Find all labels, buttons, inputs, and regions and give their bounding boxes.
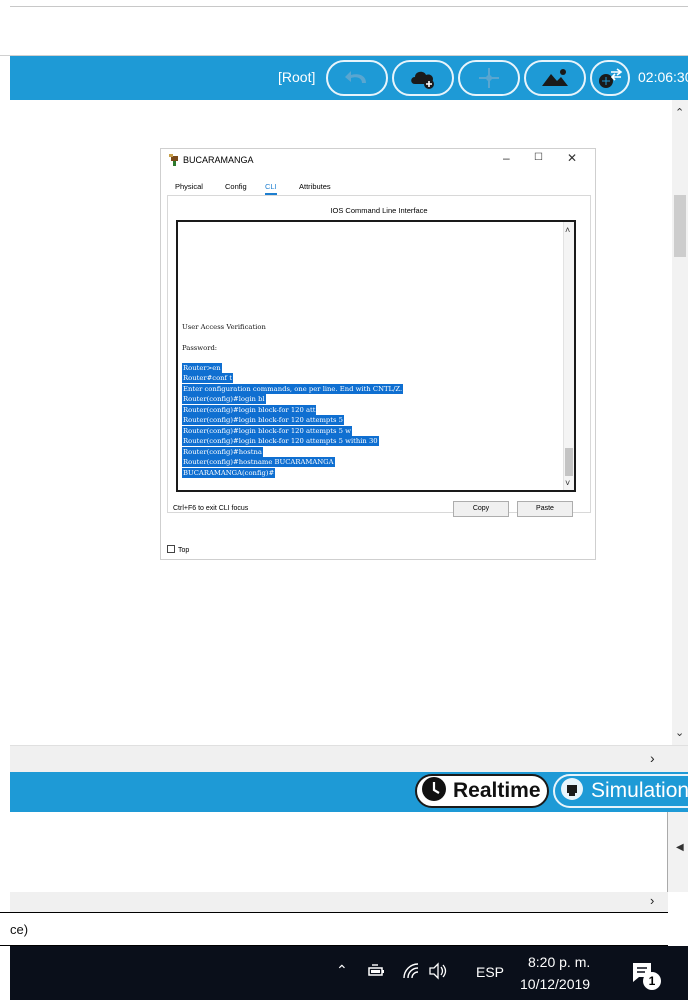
undo-button[interactable] [326, 60, 388, 96]
network-move-icon [475, 66, 503, 90]
picture-icon [539, 66, 571, 90]
tab-attributes[interactable]: Attributes [299, 179, 331, 195]
close-button[interactable]: ✕ [567, 151, 577, 165]
bottom-side-scroll[interactable]: ◀ [668, 812, 688, 892]
chevron-up-icon[interactable]: ˄ [565, 225, 570, 235]
paste-button[interactable]: Paste [517, 501, 573, 517]
windows-taskbar: ⌃ ESP 8:20 p. m. 10/12/2019 1 [10, 946, 688, 1000]
terminal-scroll-thumb[interactable] [565, 448, 573, 476]
checkbox-icon[interactable] [167, 545, 175, 553]
realtime-label: Realtime [453, 779, 541, 802]
simulation-mode-button[interactable]: Simulation [553, 774, 688, 808]
terminal-line: Enter configuration commands, one per li… [182, 384, 404, 394]
stopwatch-icon [559, 776, 585, 807]
device-window-titlebar[interactable]: BUCARAMANGA – ☐ ✕ [161, 149, 595, 173]
realtime-mode-button[interactable]: Realtime [415, 774, 549, 808]
network-move-button[interactable] [458, 60, 520, 96]
input-language[interactable]: ESP [476, 964, 504, 980]
divider [10, 6, 688, 7]
wifi-icon[interactable] [402, 962, 420, 983]
terminal-scrollbar[interactable]: ˄ ˅ [563, 222, 574, 490]
picture-button[interactable] [524, 60, 586, 96]
show-hidden-icons-icon[interactable]: ⌃ [336, 962, 348, 979]
top-checkbox-label: Top [178, 547, 190, 554]
terminal-line: Router>en [182, 363, 222, 373]
main-toolbar: [Root] 02:06:30 [10, 56, 688, 100]
terminal-line: Router#conf t [182, 373, 233, 383]
chevron-right-icon[interactable]: › [650, 893, 654, 908]
mode-bar: Realtime Simulation [10, 772, 688, 812]
device-window-title: BUCARAMANGA [183, 155, 254, 165]
copy-button[interactable]: Copy [453, 501, 509, 517]
workspace-horizontal-scrollbar[interactable]: › [10, 745, 688, 772]
terminal-line: Router(config)#login block-for 120 att [182, 405, 317, 415]
cli-terminal[interactable]: User Access Verification Password: Route… [176, 220, 576, 492]
cloud-add-button[interactable] [392, 60, 454, 96]
notification-badge: 1 [643, 972, 661, 990]
clock-icon [421, 776, 447, 807]
cli-panel: IOS Command Line Interface User Access V… [167, 195, 591, 513]
top-checkbox[interactable]: Top [167, 545, 189, 554]
chevron-right-icon[interactable]: › [650, 750, 655, 766]
status-line: ce) [0, 912, 668, 946]
terminal-line: Router(config)#login bl [182, 394, 266, 404]
terminal-line: User Access Verification [182, 323, 266, 331]
root-label[interactable]: [Root] [278, 69, 315, 85]
maximize-button[interactable]: ☐ [534, 152, 543, 163]
bottom-horizontal-scrollbar[interactable]: › [10, 892, 668, 912]
taskbar-time[interactable]: 8:20 p. m. [528, 954, 590, 970]
cli-heading: IOS Command Line Interface [330, 206, 428, 215]
terminal-line: Password: [182, 344, 218, 352]
terminal-line: BUCARAMANGA(config)# [182, 468, 276, 478]
caret-left-icon[interactable]: ◀ [676, 842, 684, 853]
scroll-up-icon[interactable]: ⌃ [675, 106, 684, 119]
taskbar-date[interactable]: 10/12/2019 [520, 976, 590, 992]
terminal-line: Router(config)#hostna [182, 447, 263, 457]
chevron-down-icon[interactable]: ˅ [565, 478, 570, 488]
status-text: ce) [10, 922, 29, 937]
terminal-line: Router(config)#login block-for 120 attem… [182, 436, 379, 446]
minimize-button[interactable]: – [503, 151, 510, 165]
scroll-down-icon[interactable]: ⌄ [675, 726, 684, 739]
terminal-line: Router(config)#login block-for 120 attem… [182, 426, 352, 436]
network-device-icon [597, 66, 623, 90]
workspace-vertical-scrollbar[interactable]: ⌃ ⌄ [672, 100, 688, 745]
simulation-label: Simulation [591, 779, 688, 802]
cli-focus-hint: Ctrl+F6 to exit CLI focus [173, 505, 249, 512]
terminal-line: Router(config)#hostname BUCARAMANGA [182, 457, 335, 467]
tab-cli[interactable]: CLI [265, 179, 277, 195]
status-line-edge [668, 912, 688, 946]
undo-icon [342, 67, 372, 89]
router-icon [169, 153, 180, 171]
cloud-add-icon [407, 66, 439, 90]
terminal-line: Router(config)#login block-for 120 attem… [182, 415, 344, 425]
tab-physical[interactable]: Physical [175, 179, 203, 195]
battery-icon[interactable] [368, 963, 386, 982]
device-window: BUCARAMANGA – ☐ ✕ Physical Config CLI At… [160, 148, 596, 560]
scroll-thumb[interactable] [674, 195, 686, 257]
tab-config[interactable]: Config [225, 179, 247, 195]
network-device-button[interactable] [590, 60, 630, 96]
screen: [Root] 02:06:30 ⌃ ⌄ BUCARAMANGA – ☐ ✕ Ph… [0, 0, 688, 1000]
top-blank-strip [0, 0, 688, 56]
device-list-panel[interactable] [10, 812, 668, 892]
simulation-clock: 02:06:30 [638, 69, 688, 85]
volume-icon[interactable] [428, 962, 448, 983]
